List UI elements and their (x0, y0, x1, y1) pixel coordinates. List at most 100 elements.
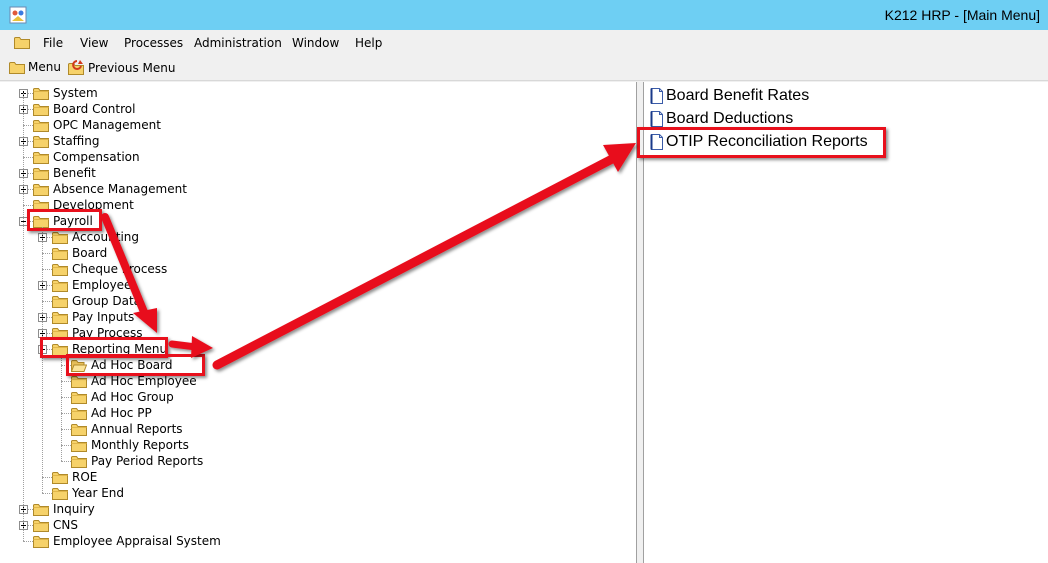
menu-processes[interactable]: Processes (124, 36, 183, 50)
tree-item-ad-hoc-group[interactable]: Ad Hoc Group (71, 389, 174, 405)
tree-item-pay-period-reports[interactable]: Pay Period Reports (71, 453, 203, 469)
document-icon (650, 88, 663, 104)
previous-menu-label: Previous Menu (88, 60, 176, 75)
tree-item-board-control[interactable]: Board Control (33, 101, 135, 117)
menu-view[interactable]: View (80, 36, 108, 50)
menu-file[interactable]: File (43, 36, 63, 50)
folder-icon (52, 263, 68, 276)
tree-item-label: Accounting (72, 230, 140, 244)
tree-item-label: Employee (72, 278, 132, 292)
tree-connector (61, 413, 71, 414)
tree-item-label: Ad Hoc PP (91, 406, 152, 420)
folder-icon (33, 135, 49, 148)
tree-item-opc-management[interactable]: OPC Management (33, 117, 161, 133)
folder-icon (52, 231, 68, 244)
folder-icon (71, 391, 87, 404)
tree-item-year-end[interactable]: Year End (52, 485, 124, 501)
tree-item-absence-management[interactable]: Absence Management (33, 181, 187, 197)
folder-icon (71, 423, 87, 436)
folder-icon (33, 167, 49, 180)
folder-icon (52, 471, 68, 484)
tree-item-board[interactable]: Board (52, 245, 107, 261)
tree-item-staffing[interactable]: Staffing (33, 133, 100, 149)
tree-connector (61, 429, 71, 430)
tree-item-monthly-reports[interactable]: Monthly Reports (71, 437, 189, 453)
folder-icon (71, 455, 87, 468)
report-item-label: Board Benefit Rates (666, 87, 810, 104)
folder-icon (52, 247, 68, 260)
ad-hoc-board-highlight-box (66, 354, 205, 376)
tree-item-employee[interactable]: Employee (52, 277, 131, 293)
folder-icon (52, 487, 68, 500)
folder-icon (52, 295, 68, 308)
folder-icon (33, 119, 49, 132)
tree-item-label: Pay Inputs (72, 310, 135, 324)
tree-item-cheque-process[interactable]: Cheque Process (52, 261, 167, 277)
menu-help[interactable]: Help (355, 36, 382, 50)
report-item-board-benefit-rates[interactable]: Board Benefit Rates (650, 87, 809, 105)
title-bar: K212 HRP - [Main Menu] (0, 0, 1048, 30)
folder-icon (33, 103, 49, 116)
tree-item-cns[interactable]: CNS (33, 517, 78, 533)
tree-connector (61, 381, 71, 382)
tree-item-label: Monthly Reports (91, 438, 189, 452)
tree-item-group-data[interactable]: Group Data (52, 293, 141, 309)
folder-icon (9, 61, 25, 74)
tree-item-employee-appraisal-system[interactable]: Employee Appraisal System (33, 533, 221, 549)
tree-connector (23, 205, 33, 206)
tree-connector (61, 445, 71, 446)
tree-item-inquiry[interactable]: Inquiry (33, 501, 95, 517)
folder-icon (33, 87, 49, 100)
folder-icon (33, 183, 49, 196)
tree-item-ad-hoc-pp[interactable]: Ad Hoc PP (71, 405, 152, 421)
tree-item-compensation[interactable]: Compensation (33, 149, 140, 165)
folder-icon (33, 503, 49, 516)
tree-connector (23, 541, 33, 542)
tree-item-label: Absence Management (53, 182, 187, 196)
menu-button[interactable]: Menu (9, 60, 61, 74)
tree-connector (61, 397, 71, 398)
tree-item-label: Ad Hoc Group (91, 390, 174, 404)
tree-item-label: Board (72, 246, 108, 260)
menu-button-label: Menu (28, 60, 61, 74)
tree-item-label: Annual Reports (91, 422, 183, 436)
report-item-board-deductions[interactable]: Board Deductions (650, 110, 793, 128)
tree-item-system[interactable]: System (33, 85, 98, 101)
previous-menu-button[interactable]: Previous Menu (68, 60, 175, 75)
tree-item-label: Group Data (72, 294, 141, 308)
mdi-folder-icon[interactable] (14, 36, 30, 49)
folder-icon (33, 535, 49, 548)
tree-item-label: ROE (72, 470, 98, 484)
tree-item-label: Compensation (53, 150, 140, 164)
folder-icon (52, 279, 68, 292)
tree-connector (42, 301, 52, 302)
menu-administration[interactable]: Administration (194, 36, 282, 50)
tree-item-roe[interactable]: ROE (52, 469, 97, 485)
otip-highlight-box (637, 127, 886, 158)
document-icon (650, 111, 663, 127)
tree-item-accounting[interactable]: Accounting (52, 229, 139, 245)
folder-icon (71, 407, 87, 420)
tree-connector (42, 269, 52, 270)
tree-item-benefit[interactable]: Benefit (33, 165, 96, 181)
tree-connector (23, 93, 24, 541)
tree-connector (42, 493, 52, 494)
app-icon[interactable] (9, 6, 27, 24)
menu-tree-pane[interactable]: System Board Control OPC Management Staffin… (0, 82, 636, 563)
tree-item-label: Cheque Process (72, 262, 168, 276)
folder-icon (33, 519, 49, 532)
tree-item-label: OPC Management (53, 118, 161, 132)
folder-icon (33, 151, 49, 164)
tree-item-label: System (53, 86, 98, 100)
tree-item-label: Benefit (53, 166, 96, 180)
menu-window[interactable]: Window (292, 36, 339, 50)
tree-item-label: Year End (72, 486, 125, 500)
toolbar: Menu Previous Menu (0, 56, 1048, 81)
tree-item-pay-inputs[interactable]: Pay Inputs (52, 309, 134, 325)
tree-item-annual-reports[interactable]: Annual Reports (71, 421, 183, 437)
folder-icon (71, 439, 87, 452)
tree-item-label: Staffing (53, 134, 100, 148)
tree-connector (42, 227, 43, 493)
menu-bar: File View Processes Administration Windo… (0, 30, 1048, 56)
tree-item-label: Board Control (53, 102, 136, 116)
